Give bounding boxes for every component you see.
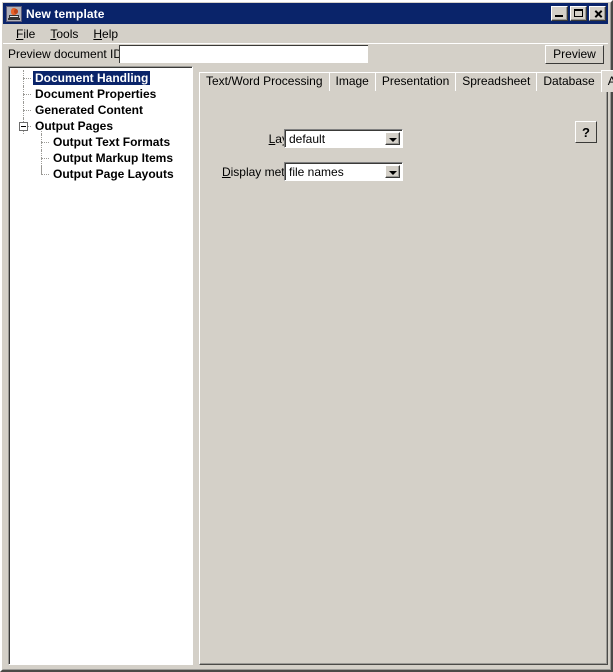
display-method-value: file names	[289, 165, 344, 179]
tree-item-document-handling[interactable]: Document Handling	[11, 70, 190, 86]
tree-item-label: Document Properties	[35, 87, 157, 101]
tab-content-archive: Layout: default Display method: file nam…	[199, 90, 608, 665]
tree-connector-vertical	[23, 70, 24, 86]
chevron-down-icon	[389, 171, 397, 175]
minimize-button[interactable]	[551, 6, 568, 21]
navigation-tree[interactable]: Document Handling Document Properties Gene…	[11, 69, 190, 662]
menu-item-tools[interactable]: Tools	[43, 25, 86, 43]
preview-button[interactable]: Preview	[545, 45, 604, 64]
tree-item-label: Generated Content	[35, 103, 144, 117]
tree-connector-vertical	[23, 86, 24, 102]
menu-item-help[interactable]: Help	[86, 25, 126, 43]
tree-item-label: Document Handling	[33, 71, 151, 85]
tab-label: Image	[335, 74, 369, 88]
menu-item-file[interactable]: File	[9, 25, 43, 43]
tab-label: Text/Word Processing	[206, 74, 323, 88]
tree-item-output-page-layouts[interactable]: Output Page Layouts	[11, 166, 190, 182]
tree-item-label: Output Text Formats	[53, 135, 171, 149]
tab-spreadsheet[interactable]: Spreadsheet	[455, 72, 538, 91]
title-bar: New template	[3, 3, 608, 24]
tree-item-label: Output Pages	[35, 119, 114, 133]
java-cup-icon	[6, 5, 22, 22]
tab-archive[interactable]: Archive	[600, 70, 613, 92]
tree-connector-spine	[41, 126, 42, 174]
tree-connector-horizontal	[23, 78, 31, 79]
tree-item-output-pages[interactable]: Output Pages	[11, 118, 190, 134]
tree-connector-vertical	[23, 102, 24, 118]
chevron-down-icon	[389, 138, 397, 142]
display-method-dropdown-arrow-button[interactable]	[385, 165, 400, 178]
menu-help-rest: elp	[102, 26, 119, 41]
preview-toolbar: Preview document ID: Preview	[3, 43, 608, 65]
tab-label: Spreadsheet	[462, 74, 531, 88]
tree-item-generated-content[interactable]: Generated Content	[11, 102, 190, 118]
window-controls	[551, 6, 606, 21]
tab-text-word-processing[interactable]: Text/Word Processing	[199, 72, 330, 91]
menu-help-mnemonic: H	[93, 26, 103, 41]
application-window: New template File Tools Help Preview doc…	[0, 0, 613, 672]
menu-file-rest: ile	[23, 26, 36, 41]
maximize-icon	[574, 9, 583, 17]
tab-label: Presentation	[381, 74, 450, 88]
layout-value: default	[289, 132, 326, 146]
menu-tools-rest: ools	[56, 26, 79, 41]
tree-connector-horizontal	[41, 174, 49, 175]
tree-item-output-markup-items[interactable]: Output Markup Items	[11, 150, 190, 166]
tab-database[interactable]: Database	[536, 72, 602, 91]
tree-connector-horizontal	[41, 158, 49, 159]
tree-connector-horizontal	[41, 142, 49, 143]
tab-label: Archive	[607, 74, 613, 88]
menu-bar: File Tools Help	[3, 24, 608, 43]
window-title: New template	[26, 6, 105, 21]
tree-expand-collapse-icon[interactable]	[19, 122, 28, 131]
layout-dropdown-arrow-button[interactable]	[385, 132, 400, 145]
minimize-icon	[555, 15, 563, 17]
display-method-label-mnemonic: D	[221, 165, 231, 179]
tree-item-document-properties[interactable]: Document Properties	[11, 86, 190, 102]
tree-connector-horizontal	[23, 110, 31, 111]
tree-item-label: Output Markup Items	[53, 151, 174, 165]
tree-item-output-text-formats[interactable]: Output Text Formats	[11, 134, 190, 150]
preview-document-id-input[interactable]	[119, 45, 368, 63]
layout-combobox[interactable]: default	[284, 129, 403, 148]
tab-image[interactable]: Image	[328, 72, 376, 91]
tree-connector-horizontal	[23, 94, 31, 95]
maximize-button[interactable]	[570, 6, 587, 21]
tab-presentation[interactable]: Presentation	[374, 72, 457, 91]
preview-document-id-label: Preview document ID:	[8, 47, 126, 61]
tab-label: Database	[543, 74, 595, 88]
tab-strip[interactable]: Text/Word Processing Image Presentation Spr…	[199, 70, 613, 92]
close-icon	[594, 10, 602, 18]
display-method-combobox[interactable]: file names	[284, 162, 403, 181]
help-button[interactable]: ?	[575, 121, 597, 143]
settings-tab-pane: Layout: default Display method: file nam…	[199, 66, 613, 665]
close-button[interactable]	[589, 6, 606, 21]
navigation-tree-panel[interactable]: Document Handling Document Properties Gene…	[8, 66, 193, 665]
tree-item-label: Output Page Layouts	[53, 167, 174, 181]
